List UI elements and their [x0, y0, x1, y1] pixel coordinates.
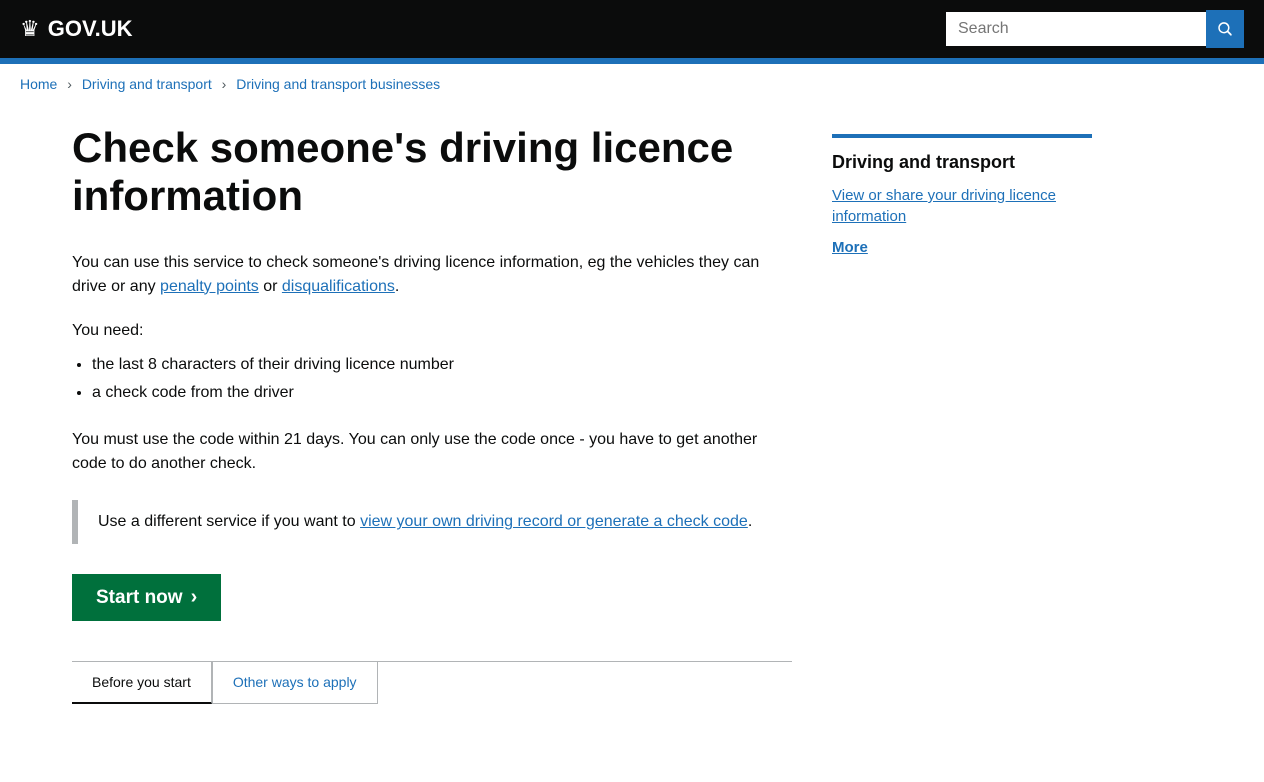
inset-text: Use a different service if you want to v…: [98, 510, 772, 534]
breadcrumb-driving[interactable]: Driving and transport: [82, 76, 212, 92]
search-button[interactable]: [1206, 10, 1244, 48]
you-need-label: You need:: [72, 319, 792, 343]
intro-mid: or: [259, 278, 282, 295]
penalty-points-link[interactable]: penalty points: [160, 278, 259, 295]
search-input[interactable]: [946, 12, 1206, 46]
logo-area: ♛ GOV.UK: [20, 16, 133, 42]
intro-text: You can use this service to check someon…: [72, 251, 792, 299]
inset-before-link: Use a different service if you want to: [98, 513, 360, 530]
sidebar: Driving and transport View or share your…: [832, 124, 1092, 704]
crown-icon: ♛: [20, 16, 40, 42]
start-now-arrow-icon: ›: [191, 586, 198, 609]
sidebar-blue-bar: [832, 134, 1092, 138]
breadcrumb: Home › Driving and transport › Driving a…: [0, 64, 1264, 104]
inset-after-link: .: [748, 513, 752, 530]
breadcrumb-sep-1: ›: [67, 76, 72, 92]
tab-other-ways-link[interactable]: Other ways to apply: [233, 674, 357, 690]
breadcrumb-home[interactable]: Home: [20, 76, 57, 92]
sidebar-title: Driving and transport: [832, 152, 1092, 173]
tab-before-you-start[interactable]: Before you start: [72, 662, 212, 704]
intro-end: .: [395, 278, 399, 295]
page-title: Check someone's driving licence informat…: [72, 124, 792, 221]
inset-callout: Use a different service if you want to v…: [72, 500, 792, 544]
disqualifications-link[interactable]: disqualifications: [282, 278, 395, 295]
search-form: [946, 10, 1244, 48]
list-item: a check code from the driver: [92, 379, 792, 408]
sidebar-more-link[interactable]: More: [832, 239, 1092, 256]
logo-text: GOV.UK: [48, 16, 133, 42]
tab-other-ways[interactable]: Other ways to apply: [212, 662, 378, 704]
inset-link[interactable]: view your own driving record or generate…: [360, 513, 748, 530]
breadcrumb-businesses[interactable]: Driving and transport businesses: [236, 76, 440, 92]
breadcrumb-sep-2: ›: [222, 76, 227, 92]
list-item: the last 8 characters of their driving l…: [92, 351, 792, 380]
main-container: Check someone's driving licence informat…: [52, 104, 1212, 744]
start-now-button[interactable]: Start now ›: [72, 574, 221, 621]
bottom-tabs: Before you start Other ways to apply: [72, 661, 792, 704]
start-now-label: Start now: [96, 587, 183, 609]
search-icon: [1216, 20, 1234, 38]
requirements-list: the last 8 characters of their driving l…: [92, 351, 792, 409]
code-note: You must use the code within 21 days. Yo…: [72, 428, 792, 476]
sidebar-driving-licence-link[interactable]: View or share your driving licence infor…: [832, 185, 1092, 227]
tab-before-you-start-label: Before you start: [92, 674, 191, 690]
site-header: ♛ GOV.UK: [0, 0, 1264, 58]
content-area: Check someone's driving licence informat…: [72, 124, 792, 704]
